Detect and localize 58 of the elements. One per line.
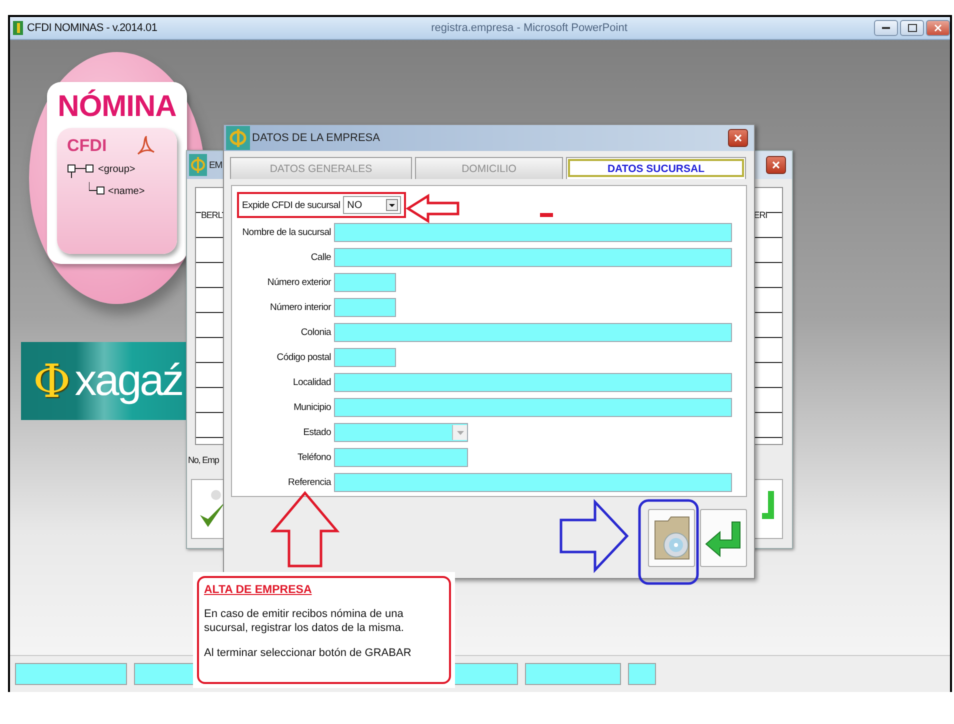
back-button[interactable]: [700, 509, 747, 567]
field-label: Nombre de la sucursal: [241, 227, 331, 238]
app-icon: [189, 154, 207, 176]
select-field[interactable]: [334, 423, 468, 442]
input-field[interactable]: [334, 248, 732, 267]
input-field[interactable]: [334, 273, 396, 292]
grid-cell: BERL: [201, 210, 222, 220]
input-field[interactable]: [334, 348, 396, 367]
minimize-icon: [882, 26, 890, 30]
close-icon: [734, 134, 742, 142]
callout-title: ALTA DE EMPRESA: [204, 584, 313, 596]
input-field[interactable]: [334, 448, 468, 467]
field-label: Referencia: [287, 477, 331, 488]
dropdown-arrow-icon: [456, 430, 464, 434]
input-field[interactable]: [334, 298, 396, 317]
brand-name: xagaź: [74, 356, 182, 406]
field-label: Número exterior: [266, 277, 331, 288]
app-icon: [226, 126, 250, 150]
app-icon: [13, 21, 23, 35]
tree-label: <name>: [108, 186, 145, 196]
brand-symbol: Φ: [33, 354, 71, 408]
field-label: Código postal: [276, 352, 331, 363]
field-label: Colonia: [300, 327, 331, 338]
window-title: CFDI NOMINAS - v.2014.01: [27, 22, 158, 34]
close-button[interactable]: [728, 129, 748, 147]
close-icon: [934, 24, 942, 32]
callout-text: En caso de emitir recibos nómina de una sucursal, registrar los datos de la misma.: [204, 607, 405, 635]
dash-mark: [540, 213, 553, 217]
tree-label: <group>: [98, 164, 136, 174]
input-field[interactable]: [334, 398, 732, 417]
field-label: Expide CFDI de sucursal: [242, 200, 340, 210]
field-label: Estado: [302, 427, 331, 438]
grid-footer: No, Emp: [188, 455, 219, 465]
window-title: EM: [209, 160, 222, 170]
tab[interactable]: DATOS SUCURSAL: [566, 157, 746, 179]
field-label: Número interior: [269, 302, 331, 313]
field-label: Calle: [310, 252, 331, 263]
close-icon: [772, 161, 780, 169]
input-field[interactable]: [334, 373, 732, 392]
window-caption: registra.empresa - Microsoft PowerPoint: [431, 22, 628, 34]
save-button[interactable]: [648, 509, 695, 567]
arrow-annotation: [559, 500, 629, 572]
dialog-title: DATOS DE LA EMPRESA: [252, 132, 381, 144]
maximize-icon: [908, 24, 916, 32]
logo-title: NÓMINA: [58, 90, 176, 124]
field-label: Municipio: [292, 402, 331, 413]
field-label: Teléfono: [296, 452, 331, 463]
input-field[interactable]: [334, 323, 732, 342]
minimize-button[interactable]: [874, 20, 898, 36]
close-button[interactable]: [766, 156, 786, 174]
maximize-button[interactable]: [900, 20, 924, 36]
input-field[interactable]: [334, 223, 732, 242]
input-field[interactable]: [334, 473, 732, 492]
field-label: Localidad: [292, 377, 331, 388]
logo-subtitle: CFDI: [67, 136, 107, 156]
callout-text: Al terminar seleccionar botón de GRABAR: [204, 646, 412, 660]
close-button[interactable]: [926, 20, 950, 36]
branch-select[interactable]: NO: [343, 196, 402, 214]
